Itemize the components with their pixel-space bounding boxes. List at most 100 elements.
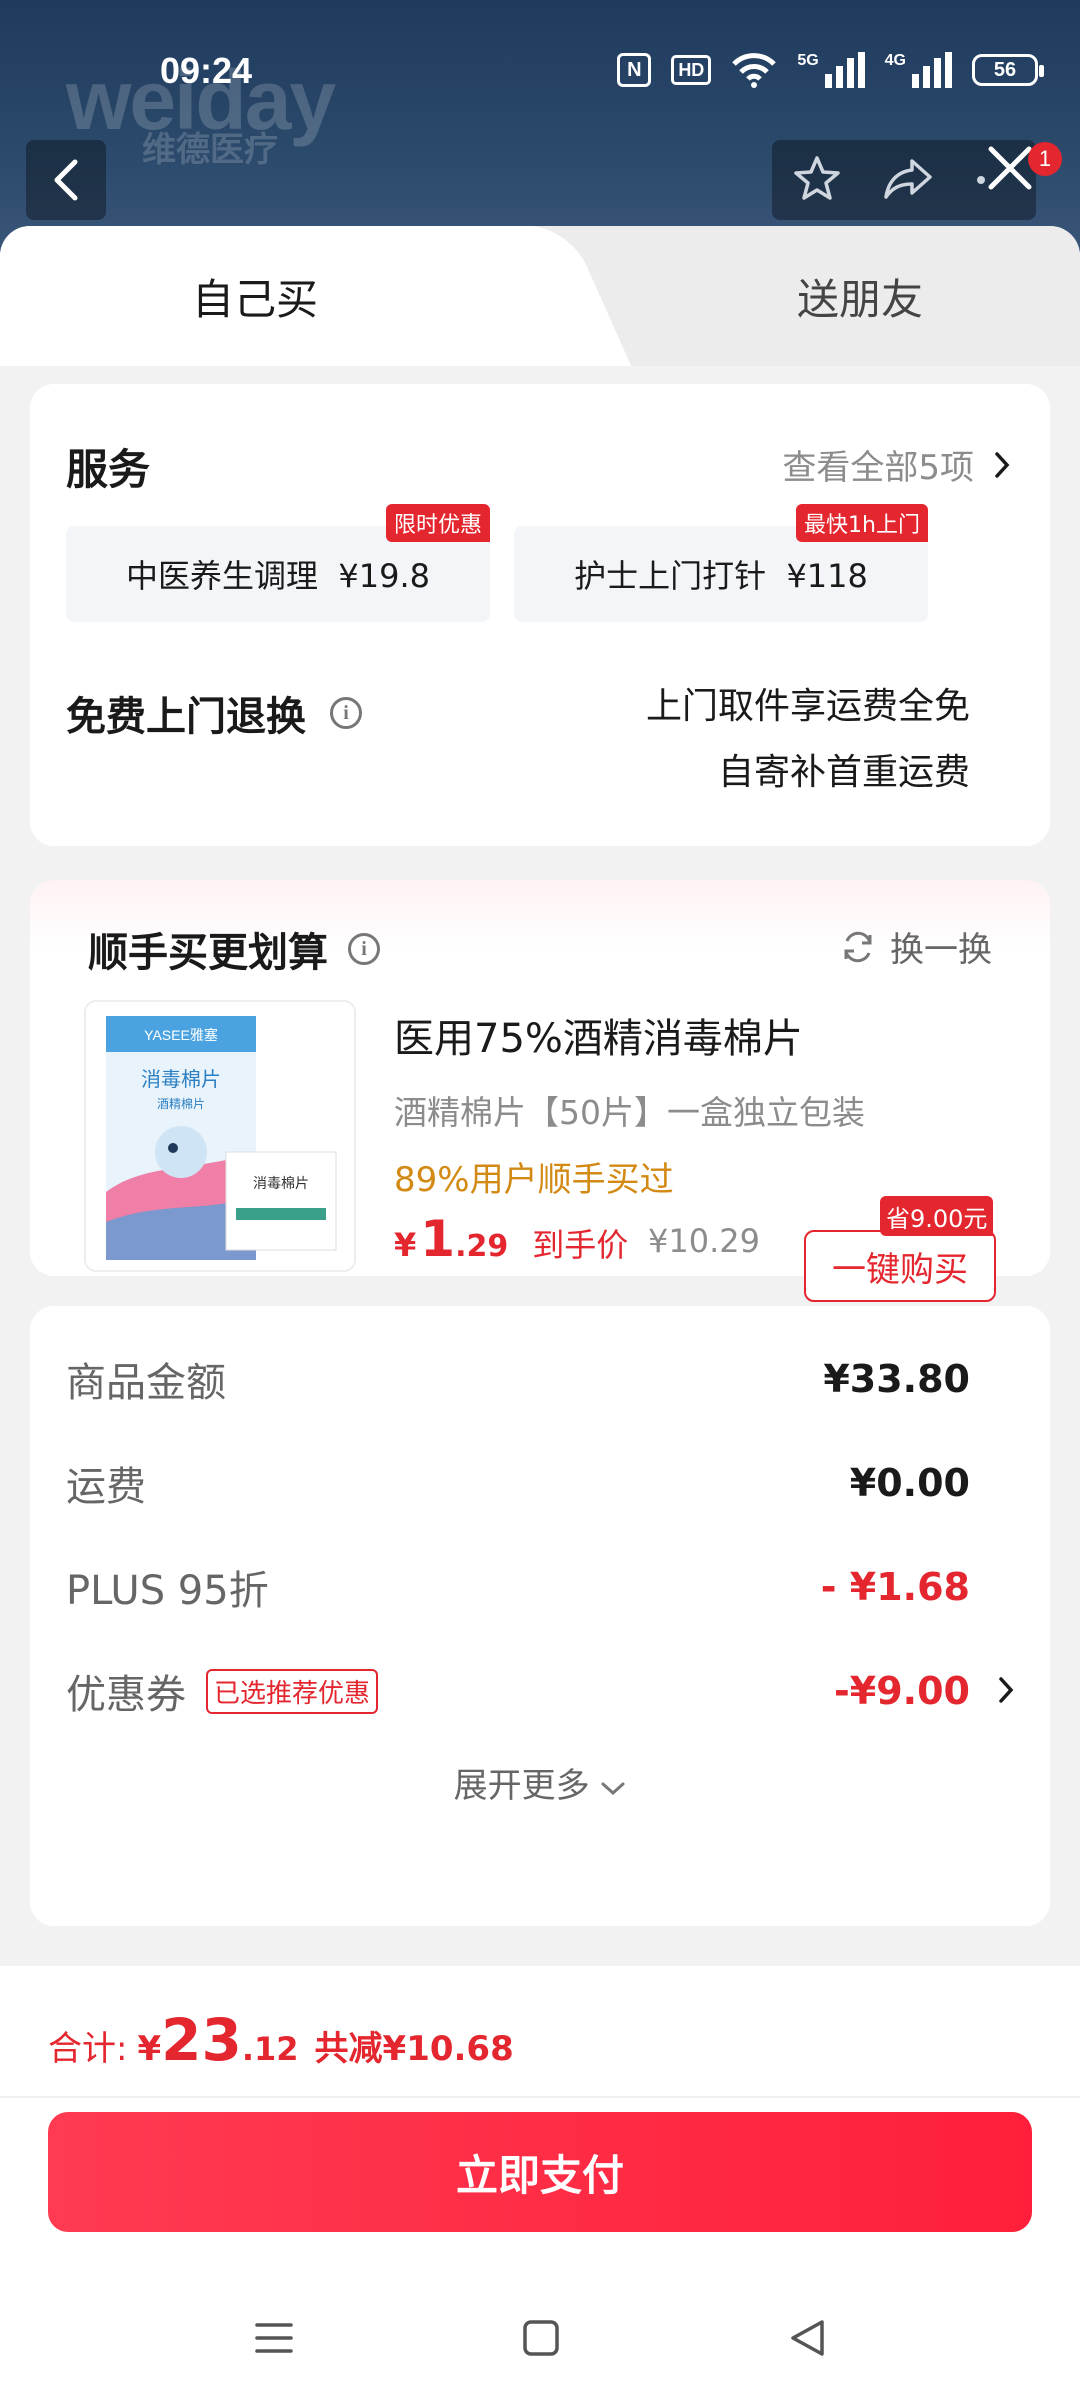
service-chip-label: 中医养生调理 ¥19.8 — [126, 557, 430, 595]
expand-more-label: 展开更多 — [453, 1766, 590, 1806]
service-chip-tag: 最快1h上门 — [796, 504, 928, 542]
summary-value: - ¥1.68 — [820, 1565, 970, 1609]
system-navigation-bar — [0, 2300, 1080, 2380]
chevron-down-icon — [601, 1782, 625, 1796]
info-icon[interactable]: i — [330, 697, 362, 729]
summary-row-plus-discount: PLUS 95折 - ¥1.68 — [66, 1558, 970, 1616]
summary-label: 运费 — [66, 1464, 146, 1510]
service-chip-label: 护士上门打针 ¥118 — [574, 557, 868, 595]
summary-value: ¥33.80 — [823, 1357, 970, 1401]
recommend-title-label: 顺手买更划算 — [88, 930, 328, 976]
divider — [0, 2096, 1080, 2098]
tab-buy-for-self[interactable]: 自己买 — [0, 226, 560, 366]
price-summary-card: 商品金额 ¥33.80 运费 ¥0.00 PLUS 95折 - ¥1.68 优惠… — [30, 1306, 1050, 1926]
service-chip-tcm[interactable]: 中医养生调理 ¥19.8 限时优惠 — [66, 504, 490, 622]
saving-tag: 省9.00元 — [880, 1196, 994, 1236]
product-hint: 89%用户顺手买过 — [394, 1160, 674, 1200]
free-return-title: 免费上门退换 i — [66, 684, 362, 742]
star-icon — [793, 156, 840, 200]
checkout-sheet: 自己买 送朋友 服务 查看全部5项 中医养生调理 ¥19.8 限时优惠 护士上门… — [0, 226, 1080, 1966]
signal-4g-label: 4G — [884, 52, 906, 69]
summary-label: 商品金额 — [66, 1360, 226, 1406]
signal-5g-label: 5G — [797, 52, 819, 69]
service-chip-tag: 限时优惠 — [385, 504, 490, 542]
home-icon — [523, 2320, 559, 2356]
box-brand: YASEE雅塞 — [144, 1027, 218, 1043]
tab-bar: 自己买 送朋友 — [0, 226, 1080, 366]
services-card: 服务 查看全部5项 中医养生调理 ¥19.8 限时优惠 护士上门打针 ¥118 … — [30, 384, 1050, 846]
total-decimal: .12 — [241, 2030, 299, 2068]
total-saving: 共减¥10.68 — [314, 2029, 514, 2069]
free-return-label: 免费上门退换 — [66, 694, 306, 740]
price-label: 到手价 — [532, 1226, 629, 1264]
price-decimal: .29 — [455, 1229, 509, 1264]
tab-send-to-friend-label: 送朋友 — [796, 274, 923, 324]
free-return-note: 上门取件享运费全免 — [645, 686, 970, 727]
summary-row-shipping: 运费 ¥0.00 — [66, 1454, 970, 1512]
system-back-button[interactable] — [788, 2318, 826, 2362]
nfc-icon: N — [617, 53, 652, 87]
menu-icon — [255, 2323, 293, 2353]
back-button[interactable] — [26, 140, 106, 220]
total-label: 合计: — [48, 2029, 128, 2069]
box-subtitle: 酒精棉片 — [157, 1097, 205, 1111]
pack-title: 消毒棉片 — [253, 1175, 309, 1192]
summary-row-coupon[interactable]: 优惠券 已选推荐优惠 -¥9.00 — [66, 1662, 970, 1720]
summary-value: ¥0.00 — [849, 1461, 970, 1505]
services-title: 服务 — [66, 445, 151, 494]
wifi-icon — [731, 52, 777, 88]
close-icon — [988, 146, 1032, 190]
product-price: ¥ 1 .29 到手价 — [394, 1210, 628, 1268]
product-photo: YASEE雅塞 消毒棉片 酒精棉片 消毒棉片 — [106, 1016, 337, 1260]
chevron-right-icon — [995, 451, 1010, 478]
refresh-icon — [844, 931, 872, 962]
swap-label: 换一换 — [890, 930, 992, 970]
summary-value: -¥9.00 — [834, 1669, 970, 1713]
favorite-button[interactable] — [793, 154, 841, 206]
share-icon — [884, 159, 932, 199]
summary-row-goods: 商品金额 ¥33.80 — [66, 1350, 970, 1408]
brand-subtitle: 维德医疗 — [142, 130, 278, 170]
expand-more-button[interactable]: 展开更多 — [30, 1758, 1050, 1807]
total-currency: ¥ — [137, 2029, 162, 2069]
original-price: ¥10.29 — [648, 1222, 760, 1260]
summary-label: 优惠券 — [66, 1672, 186, 1718]
info-icon[interactable]: i — [348, 933, 380, 965]
product-image[interactable]: YASEE雅塞 消毒棉片 酒精棉片 消毒棉片 — [84, 1000, 356, 1272]
notification-badge: 1 — [1028, 142, 1062, 176]
product-name[interactable]: 医用75%酒精消毒棉片 — [394, 1006, 803, 1064]
total-integer: 23 — [161, 2006, 242, 2074]
recommend-card: 顺手买更划算 i 换一换 YASEE雅塞 消毒棉片 酒精棉片 消毒棉片 医用75… — [30, 880, 1050, 1302]
view-all-services-link[interactable]: 查看全部5项 — [782, 440, 1010, 489]
hd-voice-icon: HD — [671, 55, 712, 85]
back-arrow-icon — [54, 159, 78, 201]
tab-buy-for-self-label: 自己买 — [191, 274, 318, 324]
battery-icon: 56 — [972, 54, 1044, 86]
signal-5g-icon: 5G — [797, 52, 865, 88]
summary-label: PLUS 95折 — [66, 1568, 269, 1614]
signal-4g-icon: 4G — [885, 52, 952, 88]
order-total: 合计: ¥ 23 .12 共减¥10.68 — [48, 2006, 514, 2074]
coupon-tag: 已选推荐优惠 — [206, 1668, 379, 1714]
product-description: 酒精棉片【50片】一盒独立包装 — [394, 1093, 865, 1132]
view-all-services-label: 查看全部5项 — [782, 448, 974, 488]
share-button[interactable] — [882, 155, 934, 205]
price-integer: 1 — [420, 1210, 456, 1268]
box-title: 消毒棉片 — [141, 1067, 221, 1091]
recent-apps-button[interactable] — [254, 2321, 294, 2359]
home-button[interactable] — [522, 2319, 560, 2361]
pay-now-button[interactable]: 立即支付 — [48, 2112, 1032, 2232]
status-icons: N HD 5G 4G 56 — [617, 48, 1044, 92]
recommend-title: 顺手买更划算 i — [88, 920, 380, 978]
free-return-notes: 上门取件享运费全免 自寄补首重运费 — [646, 674, 970, 806]
one-click-buy-button[interactable]: 一键购买 — [804, 1230, 996, 1302]
price-currency: ¥ — [394, 1226, 417, 1264]
chevron-right-icon[interactable] — [998, 1676, 1014, 1704]
service-chip-nurse[interactable]: 护士上门打针 ¥118 最快1h上门 — [514, 504, 928, 622]
free-return-note: 自寄补首重运费 — [717, 752, 970, 793]
tab-send-to-friend[interactable]: 送朋友 — [640, 226, 1080, 366]
back-triangle-icon — [791, 2320, 824, 2356]
coupon-label-group: 优惠券 已选推荐优惠 — [66, 1662, 379, 1720]
status-time: 09:24 — [160, 50, 253, 91]
swap-button[interactable]: 换一换 — [840, 922, 992, 971]
